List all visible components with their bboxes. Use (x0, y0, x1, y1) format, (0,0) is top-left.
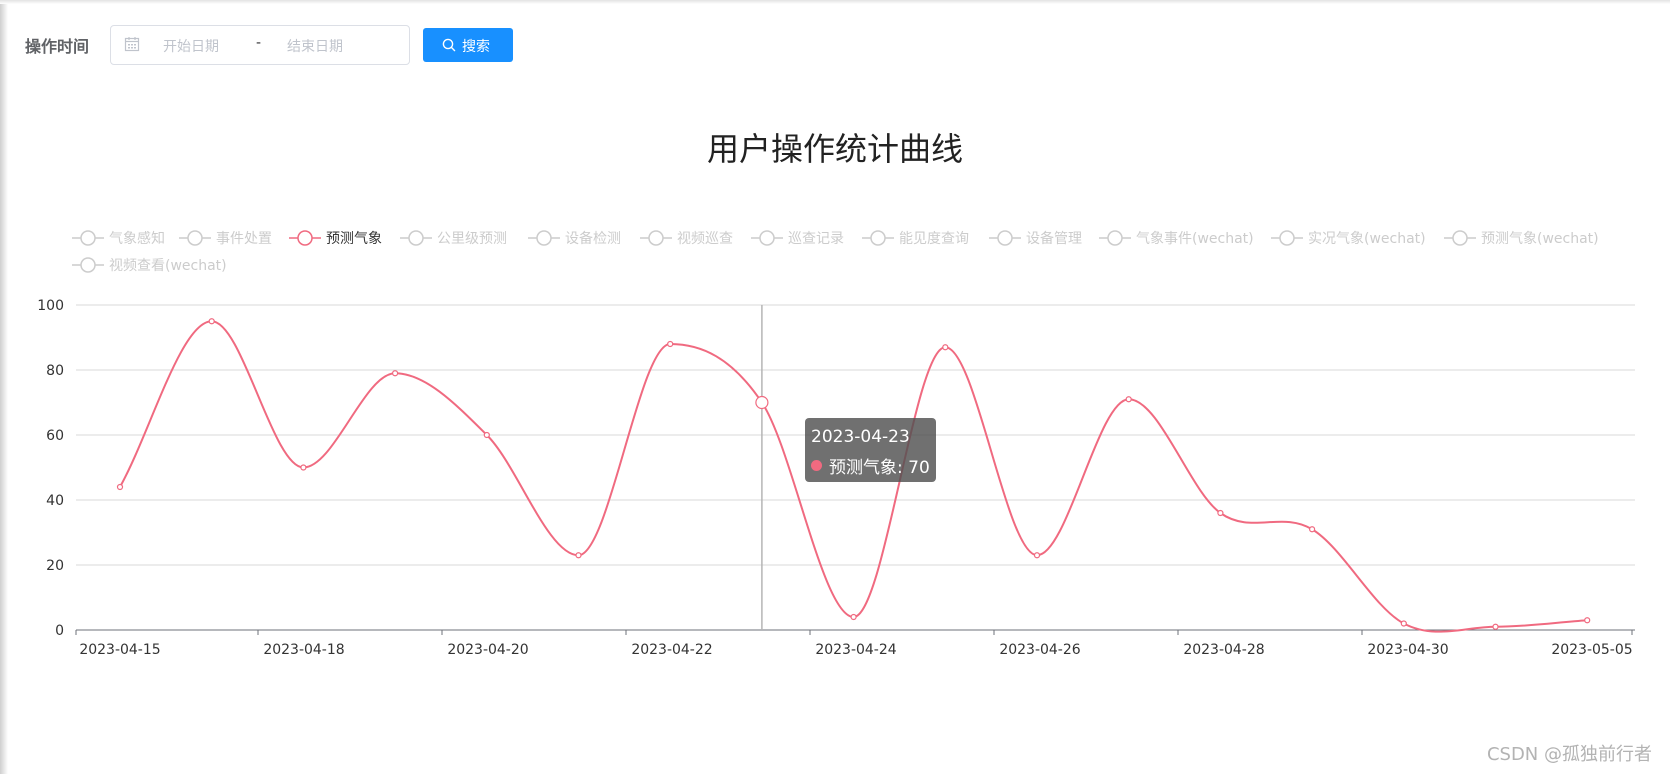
legend-item-label: 视频巡查 (677, 231, 733, 247)
legend-marker (759, 230, 775, 246)
legend-item-label: 事件处置 (216, 231, 272, 247)
x-tick-label: 2023-04-22 (631, 642, 712, 658)
data-point (483, 431, 490, 439)
legend-marker (1107, 230, 1123, 246)
data-point (850, 613, 857, 621)
tooltip-series-marker (811, 460, 822, 471)
legend-item-label: 实况气象(wechat) (1308, 231, 1426, 247)
data-point (1492, 623, 1499, 630)
legend-marker (187, 230, 203, 246)
data-point (1125, 396, 1132, 403)
data-point (1400, 620, 1407, 627)
watermark: CSDN @孤独前行者 (1486, 744, 1652, 765)
legend-item-label: 设备管理 (1026, 230, 1082, 247)
data-point (208, 318, 215, 325)
chart-tooltip: 2023-04-23 预测气象: 70 (805, 418, 936, 482)
legend-item-label: 视频查看(wechat) (109, 258, 227, 274)
legend-item-label: 巡查记录 (788, 231, 844, 247)
data-point (1033, 552, 1041, 559)
legend-marker (648, 230, 664, 246)
data-point (942, 344, 949, 351)
data-point (300, 464, 307, 471)
legend-item-label: 预测气象 (326, 231, 382, 247)
data-point (1308, 526, 1316, 533)
legend-marker (1279, 230, 1295, 246)
data-point (1217, 509, 1224, 517)
data-point (667, 340, 674, 348)
legend-marker (80, 257, 96, 273)
legend-item-label: 能见度查询 (899, 231, 969, 247)
x-tick-label: 2023-04-20 (447, 642, 528, 658)
legend-marker (1452, 230, 1468, 246)
y-tick-label: 40 (46, 493, 64, 509)
data-point (755, 395, 769, 410)
x-tick-label: 2023-04-26 (999, 642, 1080, 658)
legend-item-label: 公里级预测 (437, 231, 507, 247)
legend-item-label: 气象事件(wechat) (1136, 231, 1254, 247)
legend-marker (870, 230, 886, 246)
data-point (575, 552, 582, 559)
legend-marker (997, 230, 1013, 246)
y-tick-label: 0 (55, 623, 64, 639)
tooltip-value: 预测气象: 70 (829, 458, 930, 478)
data-point (392, 370, 399, 377)
legend-marker (408, 230, 424, 246)
legend-marker (536, 230, 552, 246)
legend-marker (80, 230, 96, 246)
line-chart: 0 20 40 60 80 100 2023-04-15 2023-04-18 2023-04-… (37, 230, 1635, 658)
x-tick-label: 2023-04-24 (815, 642, 896, 658)
x-tick-label: 2023-04-30 (1367, 642, 1448, 658)
x-tick-label: 2023-04-15 (79, 642, 160, 658)
x-tick-label: 2023-04-18 (263, 642, 344, 658)
y-tick-label: 20 (46, 558, 64, 574)
data-point (116, 483, 124, 491)
x-tick-label: 2023-04-28 (1183, 642, 1264, 658)
legend-item-label: 气象感知 (109, 230, 165, 247)
y-tick-label: 100 (37, 298, 64, 314)
data-point (1584, 617, 1591, 624)
y-tick-label: 60 (46, 428, 64, 444)
y-tick-label: 80 (46, 363, 64, 379)
legend-item-label: 预测气象(wechat) (1481, 231, 1599, 247)
tooltip-date: 2023-04-23 (811, 427, 910, 447)
legend-item-label: 设备检测 (565, 230, 621, 247)
x-tick-label: 2023-05-05 (1551, 642, 1632, 658)
legend-marker (297, 230, 313, 246)
